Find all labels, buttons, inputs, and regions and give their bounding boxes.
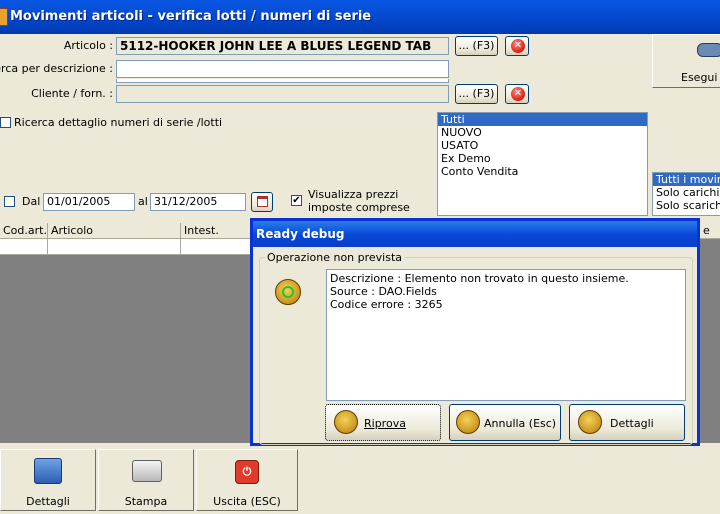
column-header-articolo[interactable]: Articolo [48,223,181,238]
dettaglio-label: Ricerca dettaglio numeri di serie /lotti [14,116,223,129]
list-item[interactable]: Tutti [438,113,647,126]
articolo-field[interactable]: 5112-HOOKER JOHN LEE A BLUES LEGEND TAB [116,37,449,55]
window-title: Movimenti articoli - verifica lotti / nu… [10,9,372,24]
dialog-title: Ready debug [256,227,345,241]
bug-icon [275,279,301,305]
dialog-dettagli-button[interactable]: Dettagli [569,404,685,441]
dal-date-input[interactable]: 01/01/2005 [43,193,135,211]
esegui-button[interactable]: Esegui r [652,34,720,88]
close-icon: ✕ [511,87,525,101]
column-header-intest[interactable]: Intest. [181,223,251,238]
column-header-codart[interactable]: Cod.art. [0,223,48,238]
uscita-button[interactable]: ⏻ Uscita (ESC) [196,449,298,511]
articolo-f3-button[interactable]: ... (F3) [455,36,498,56]
error-description: Descrizione : Elemento non trovato in qu… [330,272,629,285]
ricerca-label: Ricerca per descrizione : [0,62,113,75]
dettaglio-checkbox[interactable] [0,117,11,128]
articolo-label: Articolo : [63,39,113,52]
list-item[interactable]: Solo scarichi [653,199,720,212]
cliente-clear-button[interactable]: ✕ [505,84,529,104]
list-item[interactable]: Solo carichi [653,186,720,199]
list-item[interactable]: USATO [438,139,647,152]
cliente-field[interactable] [116,85,449,103]
list-item[interactable]: Ex Demo [438,152,647,165]
prezzi-label: Visualizza prezzi imposte comprese [308,188,410,214]
power-icon: ⏻ [235,460,259,484]
app-icon [0,8,8,26]
ricerca-input-extra [116,79,449,83]
target-icon [282,286,294,298]
error-source: Source : DAO.Fields [330,285,437,298]
al-date-input[interactable]: 31/12/2005 [150,193,246,211]
cliente-label: Cliente / forn. : [31,87,113,100]
cliente-f3-button[interactable]: ... (F3) [455,84,498,104]
riprova-button[interactable]: Riprova [325,404,441,441]
dal-label: Dal [22,195,41,208]
cancel-icon [456,410,480,434]
title-bar: Movimenti articoli - verifica lotti / nu… [0,0,720,34]
close-icon: ✕ [511,39,525,53]
debug-dialog: Ready debug Operazione non prevista Desc… [250,218,700,446]
error-message-box: Descrizione : Elemento non trovato in qu… [326,269,686,401]
dal-checkbox[interactable] [4,196,15,207]
retry-icon [334,410,358,434]
list-item[interactable]: Conto Vendita [438,165,647,178]
grid-empty-row [0,239,250,255]
list-item[interactable]: Tutti i movime [653,173,720,186]
details-icon [34,458,62,484]
calendar-icon [257,196,268,207]
column-header-extra[interactable]: e [700,223,720,238]
dettagli-button[interactable]: Dettagli [0,449,96,511]
group-label: Operazione non prevista [265,251,405,264]
annulla-button[interactable]: Annulla (Esc) [449,404,561,441]
movimenti-list[interactable]: Tutti i movime Solo carichi Solo scarich… [652,172,720,216]
calendar-button[interactable] [251,192,273,212]
al-label: al [138,195,148,208]
stampa-button[interactable]: Stampa [98,449,194,511]
list-item[interactable]: NUOVO [438,126,647,139]
ricerca-input[interactable] [116,60,449,78]
dialog-title-bar: Ready debug [253,221,697,247]
stato-list[interactable]: Tutti NUOVO USATO Ex Demo Conto Vendita [437,112,648,216]
error-code: Codice errore : 3265 [330,298,443,311]
binoculars-icon [697,43,720,57]
details-magnifier-icon [578,410,602,434]
printer-icon [132,460,162,482]
articolo-clear-button[interactable]: ✕ [505,36,529,56]
prezzi-checkbox[interactable]: ✔ [291,195,302,206]
